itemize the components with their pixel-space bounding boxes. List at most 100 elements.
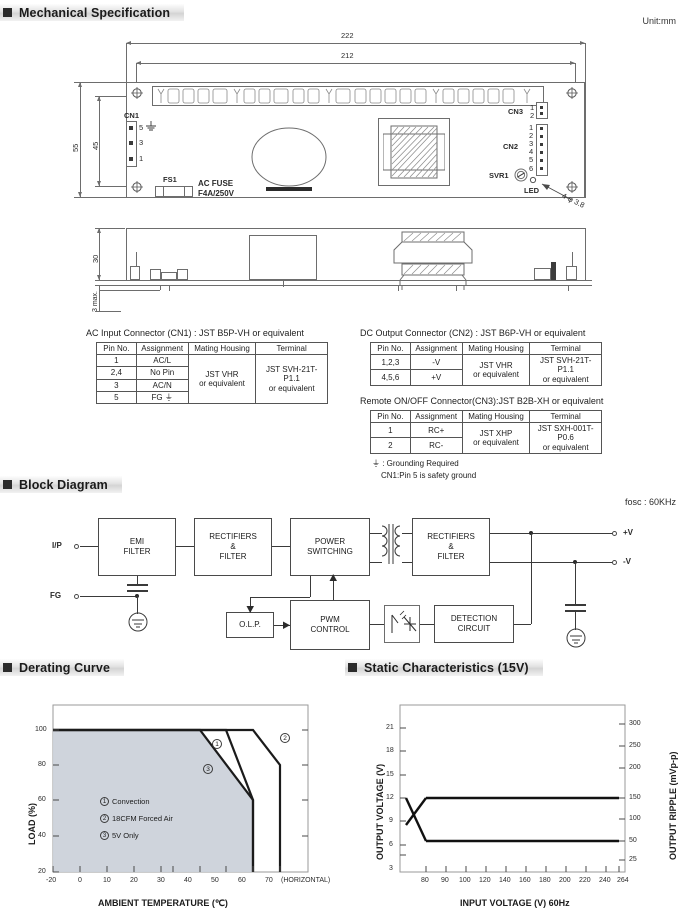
ycap-plate-top [127,584,148,586]
static-ytick-15: 15 [386,771,394,778]
side-lead-b [456,285,457,291]
transformer-core [383,125,445,179]
cn3-assign-0: RC+ [409,422,463,439]
cn1-assign-2: AC/N [135,378,189,392]
static-y2tick-150: 150 [629,794,641,801]
wire-xfmr-to-rect2-2 [402,562,412,563]
side-pcb-bottom [118,285,592,286]
static-xtick-90: 90 [441,877,449,884]
fosc-label: fosc : 60KHz [624,497,676,507]
cn3-label: CN3 [508,107,524,116]
cn3-pin2-number: 2 [530,111,535,120]
outcap-plate-top [565,604,586,606]
static-y2tick-250: 250 [629,742,641,749]
derating-legend-item-2: 2 18CFM Forced Air [100,814,173,823]
side-transformer [393,231,473,290]
wire-feedback-to-detect [514,624,531,625]
cn3-pin2-dot [540,112,543,115]
section-header-block-diagram: Block Diagram [0,476,122,493]
fuse-cap-right [184,186,193,197]
cn3-terminal-cell: JST SXH-001T-P0.6 or equivalent [529,422,602,454]
legend-marker-3: 3 [100,831,109,840]
cn1-pin1-number: 1 [139,154,144,163]
cn2-th-terminal: Terminal [529,341,602,356]
block-detection-circuit: DETECTION CIRCUIT [434,605,514,643]
olp-to-pwm-arrow-icon [283,621,290,629]
section-bullet-icon [3,8,12,17]
static-ytick-3: 3 [389,865,393,872]
block-rect1-line3: FILTER [219,552,247,561]
ground-symbol-icon [146,121,156,131]
cn2-terminal-l2: or equivalent [542,374,589,384]
side-fuse-body [161,272,177,280]
cn3-housing-cell: JST XHP or equivalent [461,422,531,454]
input-terminal-node [74,544,79,549]
side-fuse-right-cap [177,269,188,280]
cn1-pin5-dot [129,126,133,130]
derating-xtick-10: 10 [103,877,111,884]
dimension-222: 222 [341,31,354,40]
table-row: 1 AC/L JST VHR or equivalent JST SVH-21T… [96,354,328,404]
static-xtick-240: 240 [599,877,611,884]
section-title-mechanical: Mechanical Specification [19,5,171,20]
wire-detect-to-opto [420,624,434,625]
section-bullet-icon [348,663,357,672]
static-xtick-80: 80 [421,877,429,884]
static-x-axis-title: INPUT VOLTAGE (V) 60Hz [460,898,570,908]
cn3-terminal-l2: or equivalent [542,442,589,452]
cn2-th-housing: Mating Housing [461,341,531,356]
isolation-transformer-symbol [381,524,401,564]
derating-legend-item-3: 3 5V Only [100,831,139,840]
pwm-to-power-arrow-icon [329,574,337,581]
side-output-block [534,268,551,280]
cn2-pin-1: 4,5,6 [370,369,411,386]
static-y2tick-25: 25 [629,856,637,863]
mounting-hole-top-left-icon [131,87,143,99]
side-connector-right-pin [572,252,573,266]
block-rect1-line2: & [230,542,236,551]
cn2-pin2-dot [540,135,543,138]
cn1-pin-3: 5 [96,390,137,404]
cn1-table-caption: AC Input Connector (CN1) : JST B5P-VH or… [86,328,304,338]
vent-slots [157,88,531,104]
side-left-edge [126,228,127,280]
block-rect1-line1: RECTIFIERS [209,532,257,541]
block-detect-line2: CIRCUIT [457,624,491,633]
side-lead-a [398,285,399,291]
static-ytick-9: 9 [389,817,393,824]
dim-55-ext-top [74,82,130,83]
cn2-housing-l2: or equivalent [473,369,519,379]
fg-ground-symbol-icon [128,612,148,632]
static-ytick-21: 21 [386,724,394,731]
section-bullet-icon [3,663,12,672]
grounding-note-line2: CN1:Pin 5 is safety ground [381,470,477,480]
static-ytick-12: 12 [386,794,394,801]
dim-222-ext-right [585,43,586,198]
static-xtick-100: 100 [459,877,471,884]
cn2-pin5-dot [540,159,543,162]
legend-label-1: Convection [112,797,150,806]
wire-power-to-xfmr-2 [370,562,382,563]
block-pwm-line1: PWM [320,615,340,624]
ac-fuse-label-line2: F4A/250V [198,189,235,198]
cn1-pin5-number: 5 [139,123,144,132]
cn1-pin-2: 3 [96,378,137,392]
static-characteristics-plot [399,704,626,873]
derating-ytick-80: 80 [38,761,46,768]
table-row: 1,2,3 -V JST VHR or equivalent JST SVH-2… [370,354,602,386]
cn2-housing-l1: JST VHR [479,360,513,370]
static-ytick-18: 18 [386,747,394,754]
cn1-terminal-l1: JST SVH-21T-P1.1 [265,365,318,384]
cn2-terminal-cell: JST SVH-21T-P1.1 or equivalent [529,354,602,386]
block-olp: O.L.P. [226,612,274,638]
cn2-assign-1: +V [409,369,463,386]
block-emi-line2: FILTER [123,547,151,556]
cn1-th-housing: Mating Housing [187,341,257,356]
derating-ytick-20: 20 [38,868,46,875]
cn1-pin-0: 1 [96,354,137,368]
section-bullet-icon [3,480,12,489]
derating-horizontal-note: (HORIZONTAL) [281,877,331,884]
cn2-pin6-dot [540,167,543,170]
derating-y-axis-title: LOAD (%) [27,803,37,845]
cn2-pin4-dot [540,151,543,154]
